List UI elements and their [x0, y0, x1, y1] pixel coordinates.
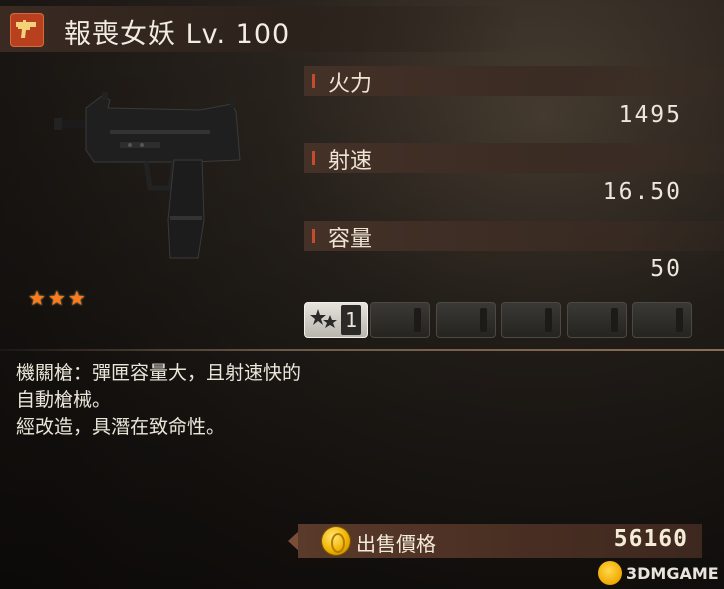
upgrade-slot[interactable] — [501, 302, 561, 338]
description-line: 經改造，具潛在致命性。 — [16, 416, 226, 438]
stat-label-capacity: 容量 — [328, 227, 373, 252]
uzi-submachine-gun-image — [50, 90, 270, 270]
upgrade-slot[interactable] — [567, 302, 627, 338]
smg-weapon-icon — [10, 13, 44, 47]
sell-value: 56160 — [613, 526, 688, 552]
gold-coin-icon — [322, 527, 350, 555]
watermark-logo-icon — [598, 561, 622, 585]
divider — [0, 349, 724, 351]
description-line: 自動槍械。 — [16, 389, 112, 411]
weapon-description: 機關槍：彈匣容量大，且射速快的 自動槍械。 經改造，具潛在致命性。 — [16, 360, 301, 441]
stat-tick — [312, 229, 315, 243]
stat-label-fire-rate: 射速 — [328, 149, 373, 174]
stat-row-firepower: 火力 — [304, 66, 724, 97]
stat-value-firepower: 1495 — [618, 102, 682, 128]
stat-row-fire-rate: 射速 — [304, 143, 724, 174]
upgrade-slot[interactable] — [370, 302, 430, 338]
slot-pip — [545, 308, 552, 332]
upgrade-slot-active[interactable]: 1 — [304, 302, 368, 338]
description-line: 機關槍：彈匣容量大，且射速快的 — [16, 362, 302, 384]
slot-pip — [480, 308, 487, 332]
stat-value-fire-rate: 16.50 — [602, 179, 682, 205]
slot-pip — [676, 308, 683, 332]
stat-value-capacity: 50 — [650, 256, 682, 282]
watermark-text: 3DMGAME — [626, 564, 719, 583]
stat-label-firepower: 火力 — [328, 72, 373, 97]
upgrade-slots: 1 — [304, 302, 694, 338]
watermark: 3DMGAME — [598, 560, 724, 586]
upgrade-count: 1 — [341, 305, 361, 335]
stat-tick — [312, 74, 315, 88]
sell-label: 出售價格 — [356, 532, 436, 556]
stat-tick — [312, 151, 315, 165]
upgrade-slot[interactable] — [436, 302, 496, 338]
stars-upgrade-icon — [310, 309, 337, 328]
weapon-name-level: 報喪女妖 Lv. 100 — [64, 19, 291, 50]
star-rating: ★★★ — [28, 286, 88, 310]
slot-pip — [414, 308, 421, 332]
upgrade-slot[interactable] — [632, 302, 692, 338]
stat-row-capacity: 容量 — [304, 221, 724, 252]
slot-pip — [611, 308, 618, 332]
